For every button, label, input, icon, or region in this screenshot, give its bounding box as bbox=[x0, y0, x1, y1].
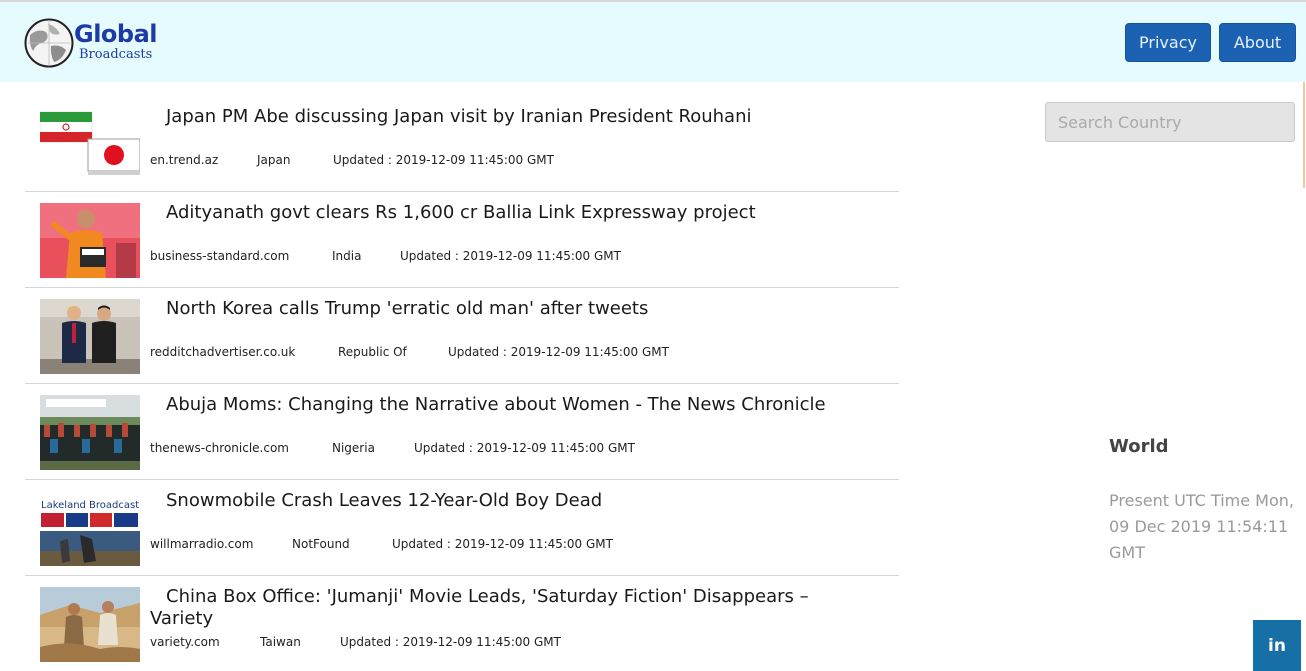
logo-title: Global bbox=[74, 20, 158, 48]
news-item[interactable]: China Box Office: 'Jumanji' Movie Leads,… bbox=[25, 576, 899, 668]
news-headline[interactable]: Adityanath govt clears Rs 1,600 cr Balli… bbox=[150, 202, 830, 224]
news-headline[interactable]: Snowmobile Crash Leaves 12-Year-Old Boy … bbox=[150, 490, 830, 512]
news-thumbnail[interactable] bbox=[40, 107, 140, 182]
news-updated: Updated : 2019-12-09 11:45:00 GMT bbox=[340, 635, 561, 649]
news-country: India bbox=[332, 249, 362, 263]
news-source[interactable]: business-standard.com bbox=[150, 249, 332, 263]
news-updated: Updated : 2019-12-09 11:45:00 GMT bbox=[414, 441, 635, 455]
flags-image bbox=[40, 107, 140, 182]
group-photo-image bbox=[40, 395, 140, 470]
navbar: Global Broadcasts Privacy About bbox=[0, 2, 1306, 82]
news-thumbnail[interactable] bbox=[40, 203, 140, 278]
news-thumbnail[interactable] bbox=[40, 395, 140, 470]
search-country-input[interactable] bbox=[1045, 102, 1295, 142]
globe-icon bbox=[24, 18, 74, 68]
news-meta: business-standard.com India Updated : 20… bbox=[150, 249, 621, 263]
news-item[interactable]: Japan PM Abe discussing Japan visit by I… bbox=[25, 96, 899, 192]
edge-accent bbox=[1303, 82, 1305, 188]
news-thumbnail[interactable]: Lakeland Broadcasting bbox=[40, 491, 140, 566]
news-source[interactable]: variety.com bbox=[150, 635, 260, 649]
news-item[interactable]: North Korea calls Trump 'erratic old man… bbox=[25, 288, 899, 384]
news-updated: Updated : 2019-12-09 11:45:00 GMT bbox=[400, 249, 621, 263]
news-country: Taiwan bbox=[260, 635, 301, 649]
politician-image bbox=[40, 203, 140, 278]
news-country: Japan bbox=[257, 153, 291, 167]
news-updated: Updated : 2019-12-09 11:45:00 GMT bbox=[392, 537, 613, 551]
utc-time-text: Present UTC Time Mon, 09 Dec 2019 11:54:… bbox=[1109, 491, 1294, 562]
svg-text:Lakeland Broadcasting: Lakeland Broadcasting bbox=[41, 500, 140, 511]
news-source[interactable]: redditchadvertiser.co.uk bbox=[150, 345, 338, 359]
news-item[interactable]: Adityanath govt clears Rs 1,600 cr Balli… bbox=[25, 192, 899, 288]
news-meta: redditchadvertiser.co.uk Republic Of Upd… bbox=[150, 345, 669, 359]
logo-subtitle: Broadcasts bbox=[79, 47, 153, 62]
news-item[interactable]: Abuja Moms: Changing the Narrative about… bbox=[25, 384, 899, 480]
privacy-button[interactable]: Privacy bbox=[1125, 23, 1211, 62]
linkedin-icon[interactable]: in bbox=[1253, 620, 1301, 671]
news-meta: en.trend.az Japan Updated : 2019-12-09 1… bbox=[150, 153, 554, 167]
news-list: Japan PM Abe discussing Japan visit by I… bbox=[25, 96, 899, 668]
leaders-image bbox=[40, 299, 140, 374]
news-country: Republic Of bbox=[338, 345, 407, 359]
site-logo[interactable]: Global Broadcasts bbox=[24, 18, 174, 70]
news-meta: variety.com Taiwan Updated : 2019-12-09 … bbox=[150, 635, 561, 649]
movie-still-image bbox=[40, 587, 140, 662]
news-headline[interactable]: Japan PM Abe discussing Japan visit by I… bbox=[150, 106, 830, 128]
news-headline[interactable]: North Korea calls Trump 'erratic old man… bbox=[150, 298, 830, 320]
news-updated: Updated : 2019-12-09 11:45:00 GMT bbox=[333, 153, 554, 167]
news-headline[interactable]: China Box Office: 'Jumanji' Movie Leads,… bbox=[150, 586, 830, 630]
news-updated: Updated : 2019-12-09 11:45:00 GMT bbox=[448, 345, 669, 359]
news-item[interactable]: Lakeland Broadcasting Snowmobile Crash L… bbox=[25, 480, 899, 576]
about-button[interactable]: About bbox=[1219, 23, 1296, 62]
news-source[interactable]: en.trend.az bbox=[150, 153, 257, 167]
news-country: Nigeria bbox=[332, 441, 375, 455]
news-meta: thenews-chronicle.com Nigeria Updated : … bbox=[150, 441, 635, 455]
world-heading: World bbox=[1109, 436, 1169, 457]
news-thumbnail[interactable] bbox=[40, 299, 140, 374]
news-source[interactable]: thenews-chronicle.com bbox=[150, 441, 332, 455]
news-source[interactable]: willmarradio.com bbox=[150, 537, 292, 551]
news-thumbnail[interactable] bbox=[40, 587, 140, 662]
news-meta: willmarradio.com NotFound Updated : 2019… bbox=[150, 537, 613, 551]
news-country: NotFound bbox=[292, 537, 350, 551]
news-headline[interactable]: Abuja Moms: Changing the Narrative about… bbox=[150, 394, 830, 416]
radio-station-image: Lakeland Broadcasting bbox=[40, 491, 140, 566]
